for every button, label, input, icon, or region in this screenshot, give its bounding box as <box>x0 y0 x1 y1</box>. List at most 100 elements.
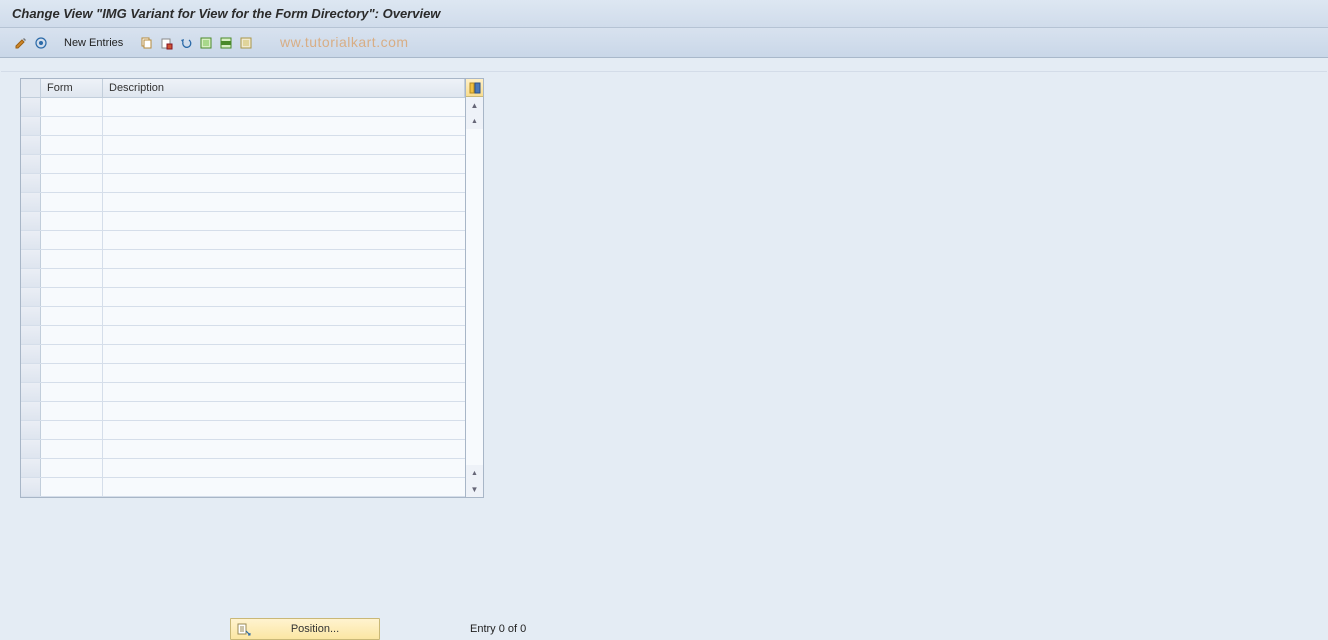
cell-form[interactable] <box>41 193 103 211</box>
new-entries-button[interactable]: New Entries <box>56 35 131 51</box>
display-change-icon[interactable] <box>12 34 30 52</box>
deselect-icon[interactable] <box>237 34 255 52</box>
cell-form[interactable] <box>41 231 103 249</box>
row-selector[interactable] <box>21 155 41 173</box>
cell-description[interactable] <box>103 212 465 230</box>
table-row[interactable] <box>21 440 465 459</box>
row-selector[interactable] <box>21 136 41 154</box>
cell-form[interactable] <box>41 117 103 135</box>
table-row[interactable] <box>21 326 465 345</box>
cell-form[interactable] <box>41 326 103 344</box>
undo-icon[interactable] <box>177 34 195 52</box>
cell-form[interactable] <box>41 174 103 192</box>
row-selector[interactable] <box>21 364 41 382</box>
vertical-scrollbar[interactable]: ▲ ▲ ▲ ▼ <box>466 97 483 497</box>
cell-description[interactable] <box>103 174 465 192</box>
cell-description[interactable] <box>103 478 465 496</box>
table-row[interactable] <box>21 193 465 212</box>
cell-description[interactable] <box>103 421 465 439</box>
cell-description[interactable] <box>103 136 465 154</box>
cell-description[interactable] <box>103 440 465 458</box>
cell-description[interactable] <box>103 269 465 287</box>
table-row[interactable] <box>21 212 465 231</box>
cell-description[interactable] <box>103 383 465 401</box>
table-row[interactable] <box>21 98 465 117</box>
cell-form[interactable] <box>41 98 103 116</box>
table-row[interactable] <box>21 117 465 136</box>
table-row[interactable] <box>21 421 465 440</box>
cell-form[interactable] <box>41 364 103 382</box>
cell-form[interactable] <box>41 383 103 401</box>
cell-form[interactable] <box>41 307 103 325</box>
select-all-icon[interactable] <box>197 34 215 52</box>
cell-form[interactable] <box>41 136 103 154</box>
cell-form[interactable] <box>41 288 103 306</box>
table-row[interactable] <box>21 307 465 326</box>
cell-description[interactable] <box>103 459 465 477</box>
scroll-down-step-icon[interactable]: ▲ <box>466 465 483 481</box>
cell-form[interactable] <box>41 345 103 363</box>
cell-form[interactable] <box>41 459 103 477</box>
cell-form[interactable] <box>41 402 103 420</box>
cell-form[interactable] <box>41 421 103 439</box>
column-header-form[interactable]: Form <box>41 79 103 97</box>
cell-form[interactable] <box>41 269 103 287</box>
cell-form[interactable] <box>41 155 103 173</box>
cell-description[interactable] <box>103 364 465 382</box>
select-all-column[interactable] <box>21 79 41 97</box>
other-view-icon[interactable] <box>32 34 50 52</box>
column-header-description[interactable]: Description <box>103 79 465 97</box>
cell-form[interactable] <box>41 212 103 230</box>
table-row[interactable] <box>21 402 465 421</box>
row-selector[interactable] <box>21 307 41 325</box>
cell-form[interactable] <box>41 440 103 458</box>
scroll-down-icon[interactable]: ▼ <box>466 481 483 497</box>
row-selector[interactable] <box>21 98 41 116</box>
cell-description[interactable] <box>103 193 465 211</box>
row-selector[interactable] <box>21 421 41 439</box>
table-row[interactable] <box>21 478 465 497</box>
scroll-up-step-icon[interactable]: ▲ <box>466 113 483 129</box>
scroll-up-icon[interactable]: ▲ <box>466 97 483 113</box>
table-settings-button[interactable] <box>466 79 483 97</box>
cell-description[interactable] <box>103 288 465 306</box>
table-row[interactable] <box>21 364 465 383</box>
row-selector[interactable] <box>21 326 41 344</box>
cell-description[interactable] <box>103 98 465 116</box>
table-row[interactable] <box>21 383 465 402</box>
row-selector[interactable] <box>21 212 41 230</box>
cell-description[interactable] <box>103 326 465 344</box>
row-selector[interactable] <box>21 117 41 135</box>
row-selector[interactable] <box>21 459 41 477</box>
row-selector[interactable] <box>21 440 41 458</box>
row-selector[interactable] <box>21 250 41 268</box>
cell-description[interactable] <box>103 307 465 325</box>
table-row[interactable] <box>21 231 465 250</box>
cell-description[interactable] <box>103 231 465 249</box>
select-block-icon[interactable] <box>217 34 235 52</box>
table-row[interactable] <box>21 155 465 174</box>
cell-description[interactable] <box>103 402 465 420</box>
table-row[interactable] <box>21 345 465 364</box>
table-row[interactable] <box>21 250 465 269</box>
table-row[interactable] <box>21 288 465 307</box>
table-row[interactable] <box>21 459 465 478</box>
scroll-track-space[interactable] <box>466 129 483 465</box>
row-selector[interactable] <box>21 345 41 363</box>
row-selector[interactable] <box>21 402 41 420</box>
row-selector[interactable] <box>21 383 41 401</box>
row-selector[interactable] <box>21 174 41 192</box>
position-button[interactable]: Position... <box>230 618 380 640</box>
cell-form[interactable] <box>41 478 103 496</box>
row-selector[interactable] <box>21 478 41 496</box>
row-selector[interactable] <box>21 288 41 306</box>
row-selector[interactable] <box>21 193 41 211</box>
table-row[interactable] <box>21 174 465 193</box>
row-selector[interactable] <box>21 269 41 287</box>
table-row[interactable] <box>21 269 465 288</box>
delete-icon[interactable] <box>157 34 175 52</box>
cell-description[interactable] <box>103 250 465 268</box>
cell-description[interactable] <box>103 117 465 135</box>
cell-description[interactable] <box>103 345 465 363</box>
copy-icon[interactable] <box>137 34 155 52</box>
